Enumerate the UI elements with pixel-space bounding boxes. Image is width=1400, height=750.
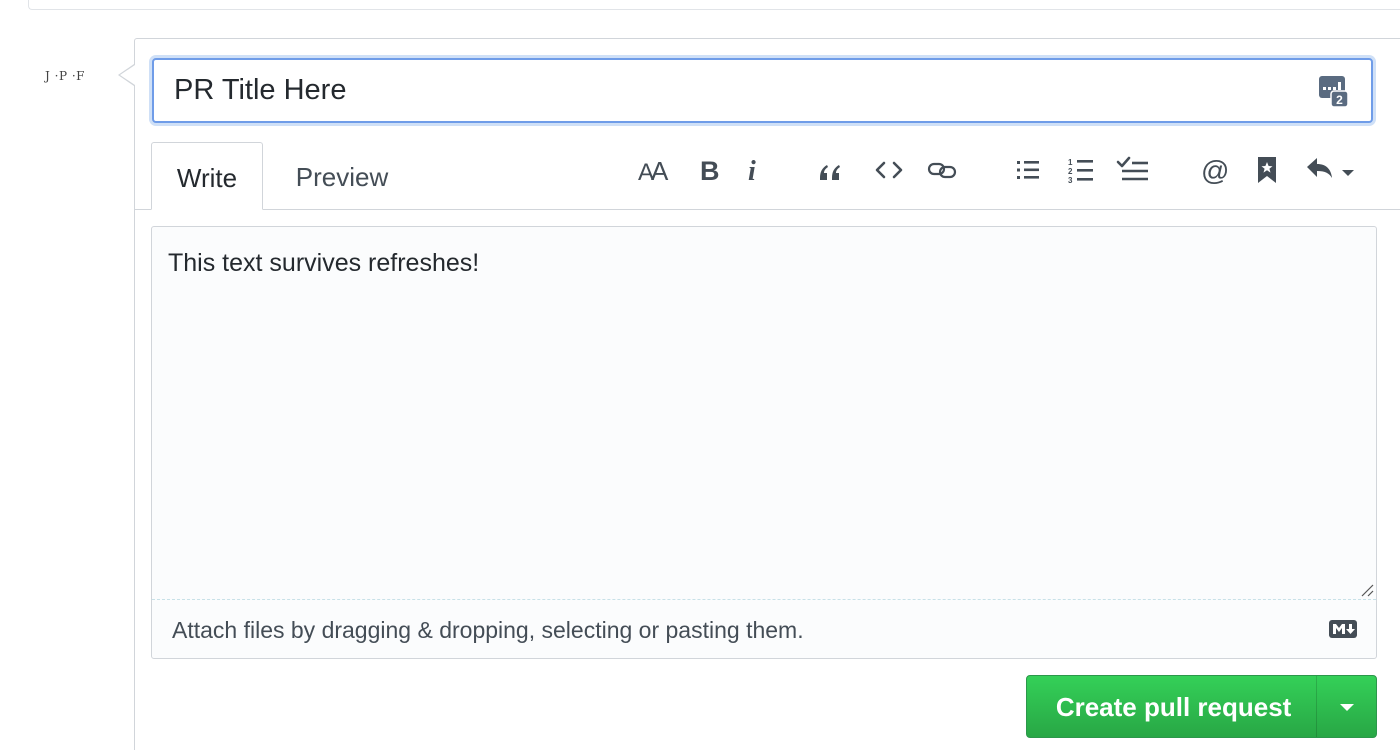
avatar[interactable]: J ·P ·F — [30, 56, 100, 96]
resize-grip-icon[interactable] — [1360, 583, 1374, 597]
tab-write[interactable]: Write — [151, 142, 263, 210]
create-pull-request-button-group: Create pull request — [1026, 675, 1377, 738]
tab-preview[interactable]: Preview — [278, 142, 406, 210]
link-icon[interactable] — [924, 150, 960, 190]
code-icon[interactable] — [872, 150, 906, 190]
svg-text:i: i — [748, 156, 756, 185]
reply-dropdown-icon[interactable] — [1302, 150, 1358, 190]
mention-icon[interactable]: @ — [1197, 150, 1231, 190]
svg-text:A: A — [651, 156, 669, 185]
create-options-dropdown[interactable] — [1316, 676, 1376, 737]
text-expander-icon[interactable]: 2 — [1317, 74, 1349, 108]
numbered-list-icon[interactable]: 1 2 3 — [1064, 150, 1098, 190]
italic-icon[interactable]: i — [741, 150, 765, 190]
pr-title-input[interactable] — [174, 60, 1304, 121]
comment-body-area: This text survives refreshes! Attach fil… — [151, 226, 1377, 659]
pr-title-field[interactable]: 2 — [152, 58, 1373, 123]
svg-text:2: 2 — [1068, 167, 1073, 176]
markdown-icon[interactable] — [1328, 619, 1358, 639]
bulleted-list-icon[interactable] — [1012, 150, 1044, 190]
caret-down-icon — [1339, 703, 1354, 711]
svg-text:@: @ — [1201, 155, 1229, 185]
previous-container-edge — [28, 0, 1400, 10]
svg-text:B: B — [700, 156, 720, 185]
attach-files-hint[interactable]: Attach files by dragging & dropping, sel… — [172, 617, 804, 644]
svg-text:2: 2 — [1336, 93, 1343, 107]
task-list-icon[interactable] — [1115, 150, 1151, 190]
saved-reply-icon[interactable] — [1253, 150, 1281, 190]
text-size-icon[interactable]: A A — [636, 150, 674, 190]
quote-icon[interactable] — [813, 150, 849, 190]
drop-zone-divider — [152, 599, 1376, 600]
svg-text:3: 3 — [1068, 176, 1073, 184]
bold-icon[interactable]: B — [694, 150, 724, 190]
create-pull-request-button[interactable]: Create pull request — [1027, 676, 1316, 737]
comment-body-textarea[interactable]: This text survives refreshes! — [152, 227, 1376, 599]
svg-text:1: 1 — [1068, 158, 1073, 167]
